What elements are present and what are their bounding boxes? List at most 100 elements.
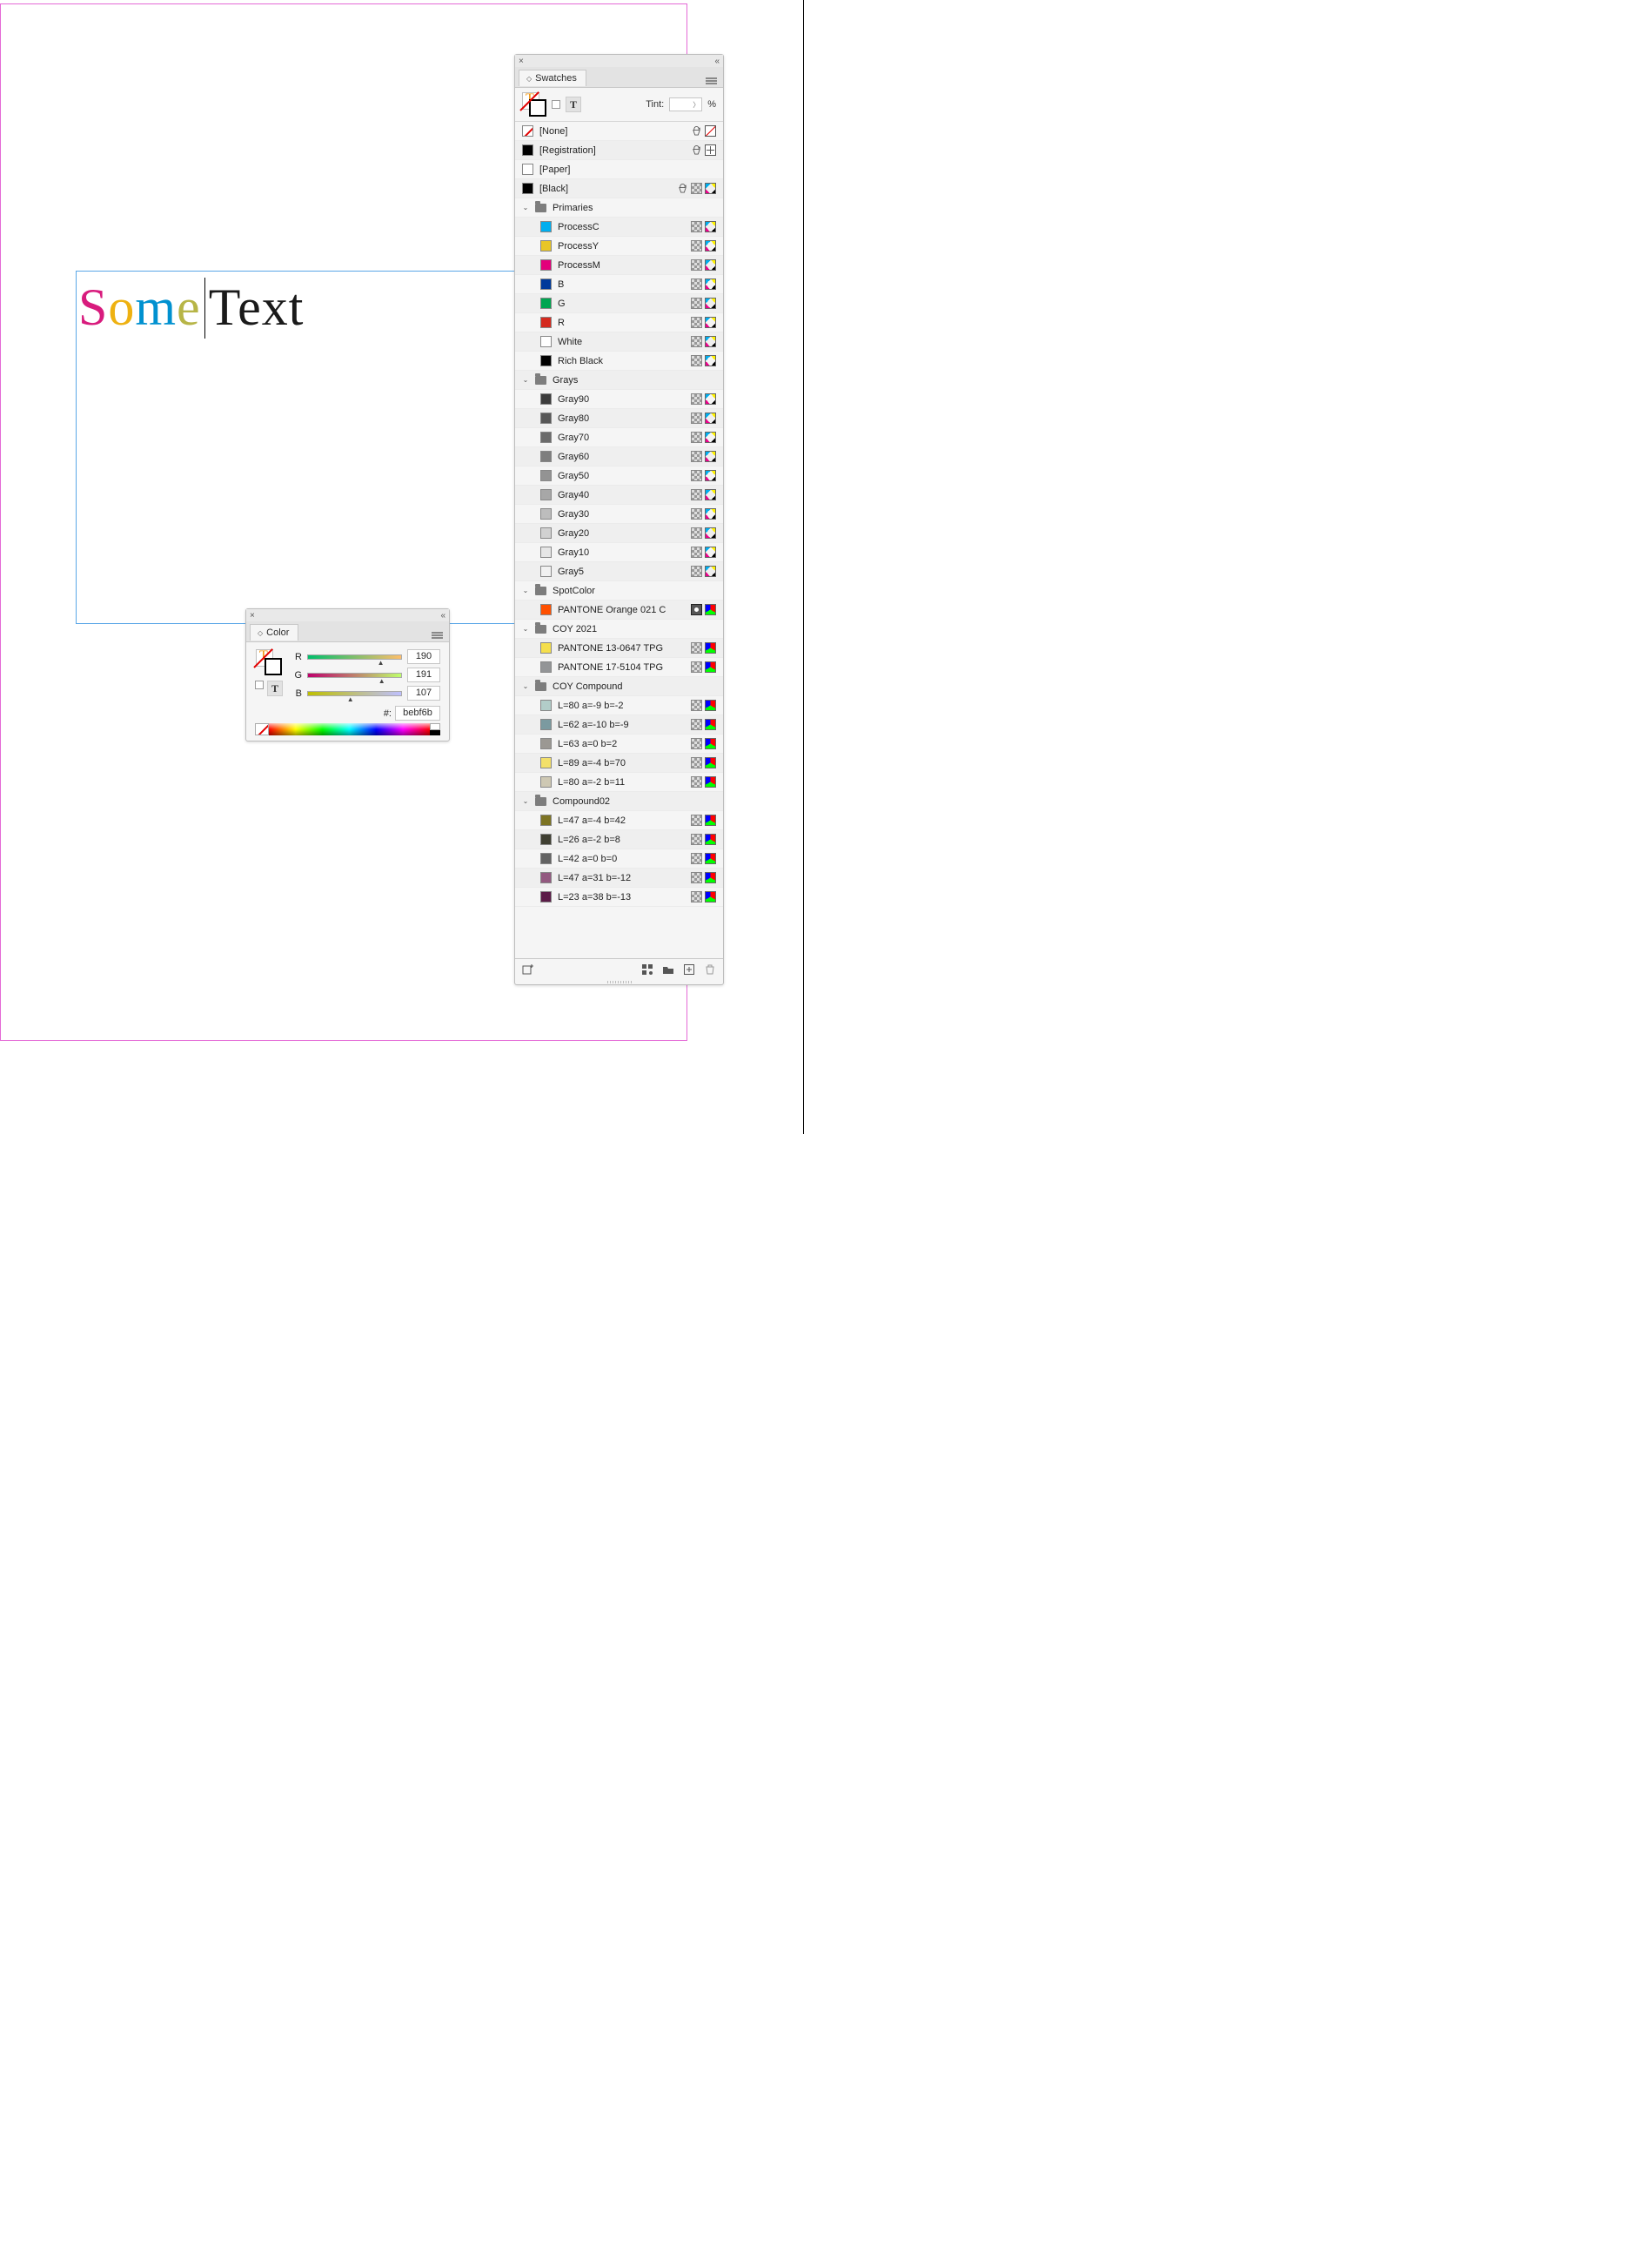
chevron-down-icon[interactable]: ⌄ <box>522 625 529 633</box>
swatch-row[interactable]: L=42 a=0 b=0 <box>515 849 723 869</box>
swatch-row[interactable]: PANTONE 13-0647 TPG <box>515 639 723 658</box>
swatch-row[interactable]: [None] <box>515 122 723 141</box>
swatch-row[interactable]: [Paper] <box>515 160 723 179</box>
formatting-container-toggle[interactable] <box>255 681 264 689</box>
swatch-row[interactable]: [Registration] <box>515 141 723 160</box>
fill-stroke-proxy[interactable]: T <box>522 92 546 117</box>
gray-icon <box>691 776 702 788</box>
channel-slider[interactable]: ▲ <box>307 688 402 699</box>
swatch-group[interactable]: ⌄Compound02 <box>515 792 723 811</box>
chevron-down-icon[interactable]: ⌄ <box>522 204 529 211</box>
gray-icon <box>691 355 702 366</box>
cmyk-icon <box>705 317 716 328</box>
swatch-group[interactable]: ⌄COY 2021 <box>515 620 723 639</box>
swatch-row[interactable]: Gray70 <box>515 428 723 447</box>
text-content[interactable]: SomeText <box>78 278 304 339</box>
close-icon[interactable]: × <box>519 57 524 66</box>
hex-input[interactable]: bebf6b <box>395 706 440 721</box>
formatting-text-toggle[interactable]: T <box>566 97 581 112</box>
swatch-group[interactable]: ⌄ COY Compound <box>515 677 723 696</box>
panel-titlebar[interactable]: × « <box>515 55 723 67</box>
swatch-row[interactable]: L=47 a=31 b=-12 <box>515 869 723 888</box>
swatch-row[interactable]: Gray30 <box>515 505 723 524</box>
swatch-name: G <box>558 299 685 309</box>
channel-slider[interactable]: ▲ <box>307 652 402 662</box>
channel-value[interactable]: 190 <box>407 649 440 664</box>
swatches-list[interactable]: [None][Registration][Paper][Black]⌄Prima… <box>515 122 723 958</box>
swatch-row[interactable]: Gray80 <box>515 409 723 428</box>
none-color[interactable] <box>255 723 269 735</box>
swatch-row[interactable]: L=89 a=-4 b=70 <box>515 754 723 773</box>
swatch-name: L=23 a=38 b=-13 <box>558 892 685 903</box>
swatch-row[interactable]: White <box>515 332 723 352</box>
panel-titlebar[interactable]: × « <box>246 609 449 621</box>
chevron-down-icon[interactable]: ⌄ <box>522 376 529 384</box>
swatch-group[interactable]: ⌄Primaries <box>515 198 723 218</box>
swatch-row[interactable]: L=23 a=38 b=-13 <box>515 888 723 907</box>
swatch-row[interactable]: B <box>515 275 723 294</box>
resize-grip[interactable] <box>515 979 723 984</box>
swatch-row[interactable]: L=80 a=-9 b=-2 <box>515 696 723 715</box>
chevron-down-icon[interactable]: ⌄ <box>522 587 529 594</box>
fill-stroke-proxy[interactable]: T <box>256 649 282 675</box>
gray-icon <box>691 547 702 558</box>
swatch-row[interactable]: G <box>515 294 723 313</box>
panel-menu-icon[interactable] <box>432 626 444 636</box>
swatch-row[interactable]: ProcessM <box>515 256 723 275</box>
swatch-row[interactable]: L=80 a=-2 b=11 <box>515 773 723 792</box>
black-chip[interactable] <box>430 730 440 735</box>
swatch-row[interactable]: L=47 a=-4 b=42 <box>515 811 723 830</box>
swatch-row[interactable]: Gray90 <box>515 390 723 409</box>
add-to-swatches-icon[interactable] <box>522 963 534 976</box>
swatch-row[interactable]: Gray20 <box>515 524 723 543</box>
tint-input[interactable]: 〉 <box>669 97 702 111</box>
collapse-icon[interactable]: « <box>440 611 445 621</box>
new-color-group-icon[interactable] <box>641 963 653 976</box>
swatch-row[interactable]: PANTONE 17-5104 TPG <box>515 658 723 677</box>
chevron-down-icon[interactable]: ⌄ <box>522 797 529 805</box>
swatch-row[interactable]: L=26 a=-2 b=8 <box>515 830 723 849</box>
new-folder-icon[interactable] <box>662 963 674 976</box>
panel-menu-icon[interactable] <box>706 71 718 82</box>
formatting-container-toggle[interactable] <box>552 100 560 109</box>
swatch-row[interactable]: PANTONE Orange 021 C <box>515 601 723 620</box>
swatch-row[interactable]: L=62 a=-10 b=-9 <box>515 715 723 735</box>
channel-slider[interactable]: ▲ <box>307 670 402 681</box>
tab-swatches[interactable]: ◇ Swatches <box>519 70 586 86</box>
swatch-chip <box>540 661 552 673</box>
swatch-row[interactable]: L=63 a=0 b=2 <box>515 735 723 754</box>
channel-value[interactable]: 107 <box>407 686 440 701</box>
cmyk-icon <box>705 240 716 252</box>
formatting-text-toggle[interactable]: T <box>267 681 283 696</box>
trash-icon[interactable] <box>704 963 716 976</box>
swatch-group[interactable]: ⌄ SpotColor <box>515 581 723 601</box>
swatch-group[interactable]: ⌄Grays <box>515 371 723 390</box>
gray-icon <box>691 413 702 424</box>
tab-color[interactable]: ◇ Color <box>250 624 298 641</box>
white-chip[interactable] <box>430 723 440 730</box>
cmyk-icon <box>705 259 716 271</box>
swatch-row[interactable]: Gray5 <box>515 562 723 581</box>
swatch-row[interactable]: Gray10 <box>515 543 723 562</box>
spectrum-ramp[interactable] <box>255 723 440 735</box>
swatch-row[interactable]: R <box>515 313 723 332</box>
channel-row-b: B▲107 <box>291 686 440 701</box>
swatch-row[interactable]: Gray60 <box>515 447 723 466</box>
swatch-row[interactable]: Gray40 <box>515 486 723 505</box>
swatch-row[interactable]: [Black] <box>515 179 723 198</box>
new-swatch-icon[interactable] <box>683 963 695 976</box>
swatch-row[interactable]: ProcessY <box>515 237 723 256</box>
swatch-name: L=80 a=-9 b=-2 <box>558 701 685 711</box>
collapse-icon[interactable]: « <box>714 57 720 66</box>
swatch-name: COY Compound <box>553 681 716 692</box>
swatch-row[interactable]: Rich Black <box>515 352 723 371</box>
channel-value[interactable]: 191 <box>407 668 440 682</box>
swatch-name: L=47 a=-4 b=42 <box>558 815 685 826</box>
chevron-down-icon[interactable]: ⌄ <box>522 682 529 690</box>
swatch-name: SpotColor <box>553 586 716 596</box>
close-icon[interactable]: × <box>250 611 255 621</box>
swatch-row[interactable]: ProcessC <box>515 218 723 237</box>
swatch-row[interactable]: Gray50 <box>515 466 723 486</box>
swatch-chip <box>522 125 533 137</box>
rgb-icon <box>705 872 716 883</box>
